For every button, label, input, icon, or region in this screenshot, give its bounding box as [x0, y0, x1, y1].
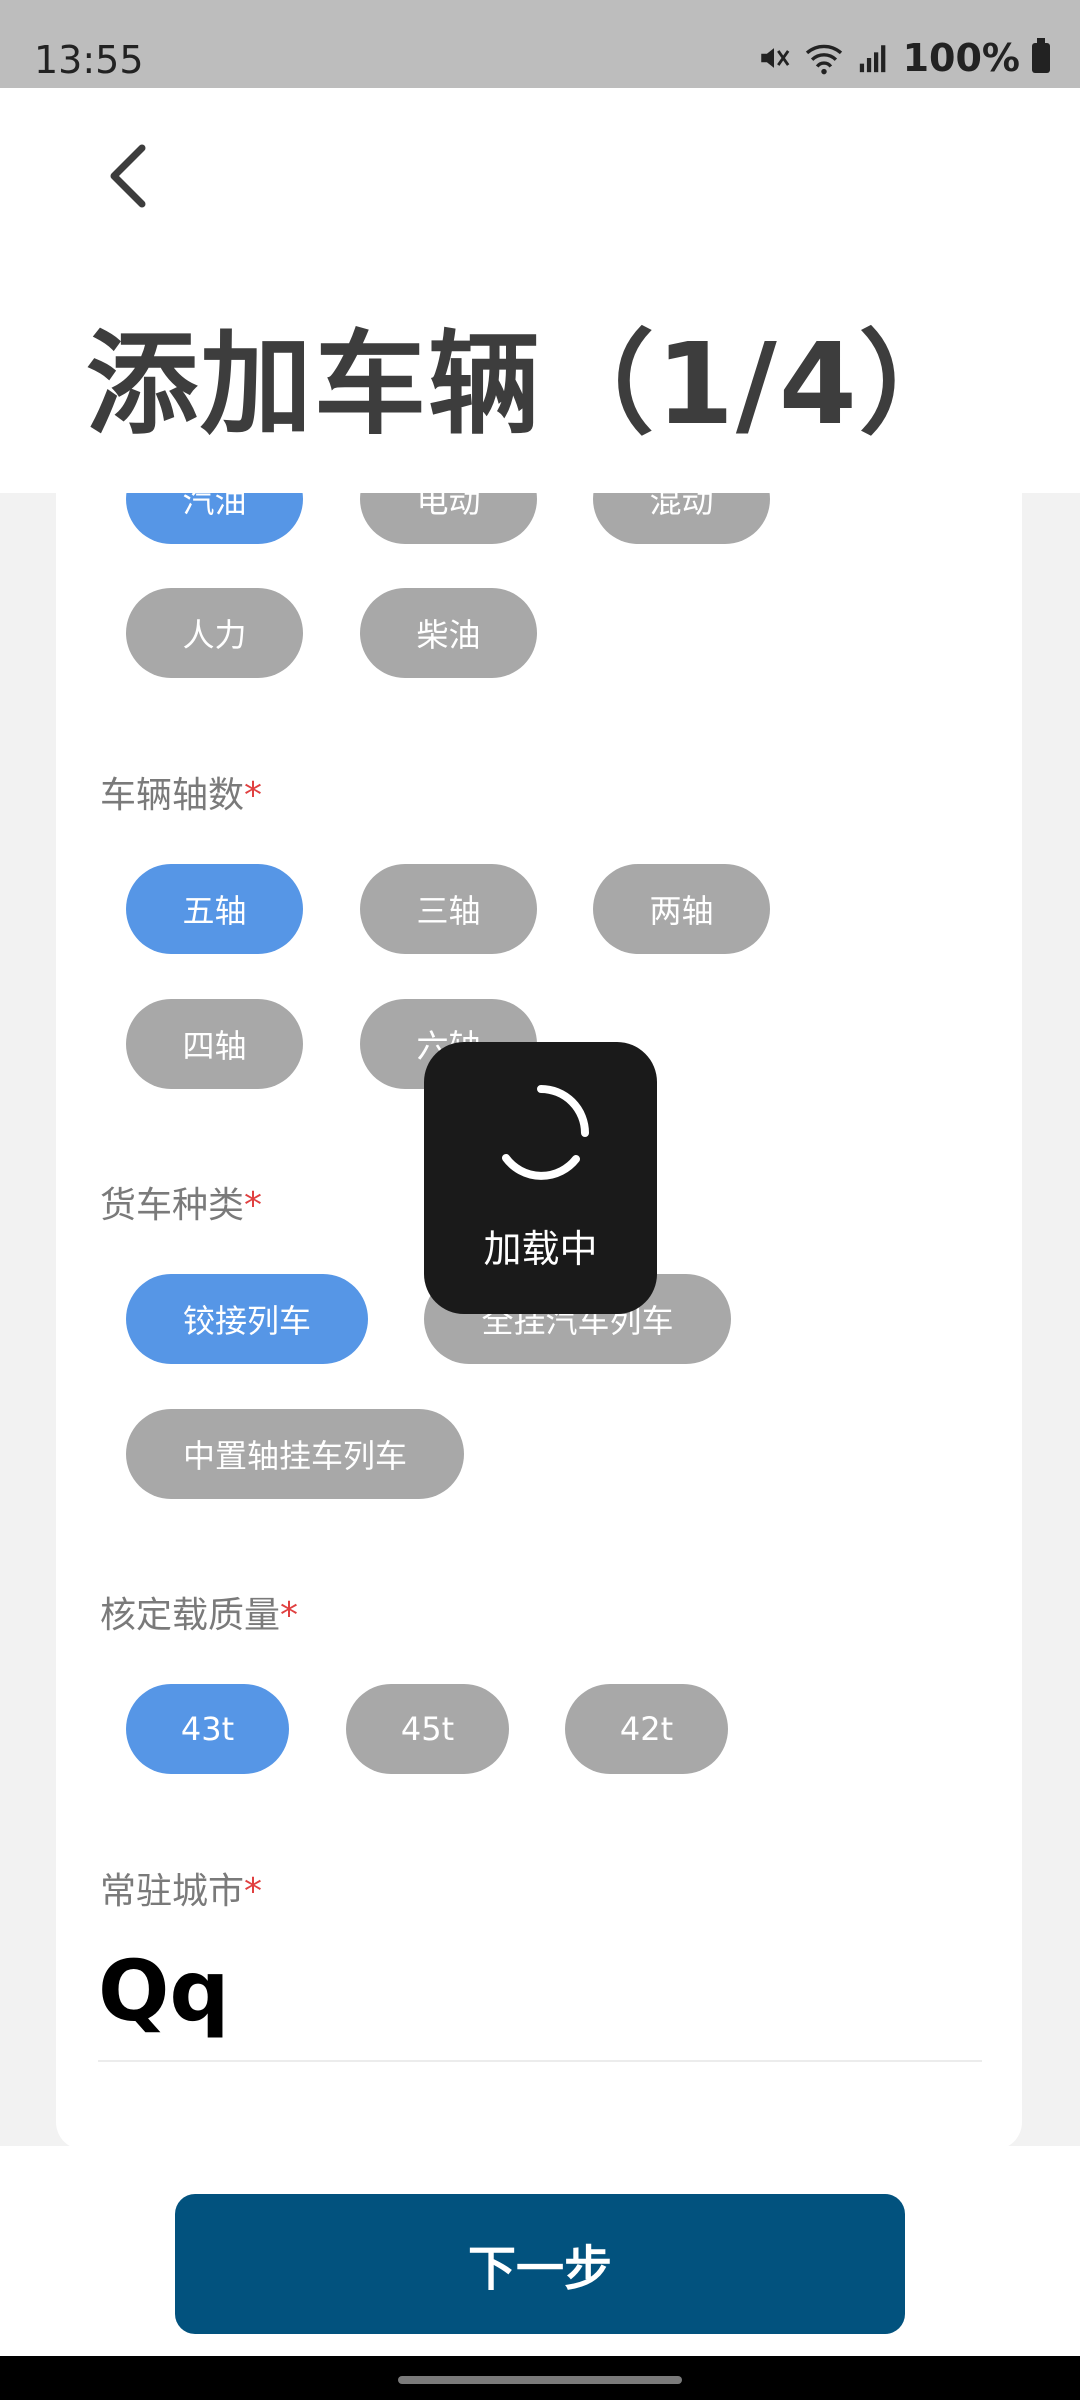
chip-axle-four[interactable]: 四轴	[126, 999, 303, 1089]
battery-icon	[1032, 38, 1050, 73]
status-bar: 13:55 100%	[0, 0, 1080, 88]
chip-axle-two[interactable]: 两轴	[593, 864, 770, 954]
required-mark: *	[280, 1595, 299, 1636]
resident-city-label: 常驻城市*	[100, 1871, 263, 1912]
chip-load-42t[interactable]: 42t	[565, 1684, 728, 1774]
footer: 下一步	[0, 2146, 1080, 2356]
wifi-icon	[805, 44, 842, 75]
chip-truck-center-axle[interactable]: 中置轴挂车列车	[126, 1409, 464, 1499]
chip-axle-five[interactable]: 五轴	[126, 864, 303, 954]
battery-percent: 100%	[902, 36, 1020, 80]
chip-fuel-diesel[interactable]: 柴油	[360, 588, 537, 678]
system-nav-bar	[0, 2356, 1080, 2400]
resident-city-field[interactable]: Qq	[98, 1942, 230, 2040]
status-icons: 100%	[757, 36, 1050, 80]
required-mark: *	[244, 775, 263, 816]
field-underline	[98, 2060, 982, 2062]
page-header: 添加车辆（1/4）	[0, 88, 1080, 493]
required-mark: *	[244, 1871, 263, 1912]
truck-type-label: 货车种类*	[100, 1185, 263, 1226]
chevron-left-icon[interactable]	[96, 138, 166, 208]
page-title: 添加车辆（1/4）	[86, 320, 973, 450]
next-step-button[interactable]: 下一步	[175, 2194, 905, 2334]
required-mark: *	[244, 1185, 263, 1226]
chip-fuel-human[interactable]: 人力	[126, 588, 303, 678]
signal-icon	[859, 45, 885, 73]
status-time: 13:55	[34, 38, 144, 82]
chip-truck-articulated[interactable]: 铰接列车	[126, 1274, 368, 1364]
loading-toast: 加载中	[424, 1042, 657, 1314]
chip-load-43t[interactable]: 43t	[126, 1684, 289, 1774]
rated-load-label: 核定载质量*	[100, 1595, 299, 1636]
chip-load-45t[interactable]: 45t	[346, 1684, 509, 1774]
chip-axle-three[interactable]: 三轴	[360, 864, 537, 954]
home-indicator[interactable]	[398, 2376, 682, 2384]
loading-spinner-icon	[502, 1085, 589, 1180]
axle-count-label: 车辆轴数*	[100, 775, 263, 816]
loading-text: 加载中	[483, 1227, 598, 1271]
mute-icon	[760, 48, 789, 68]
